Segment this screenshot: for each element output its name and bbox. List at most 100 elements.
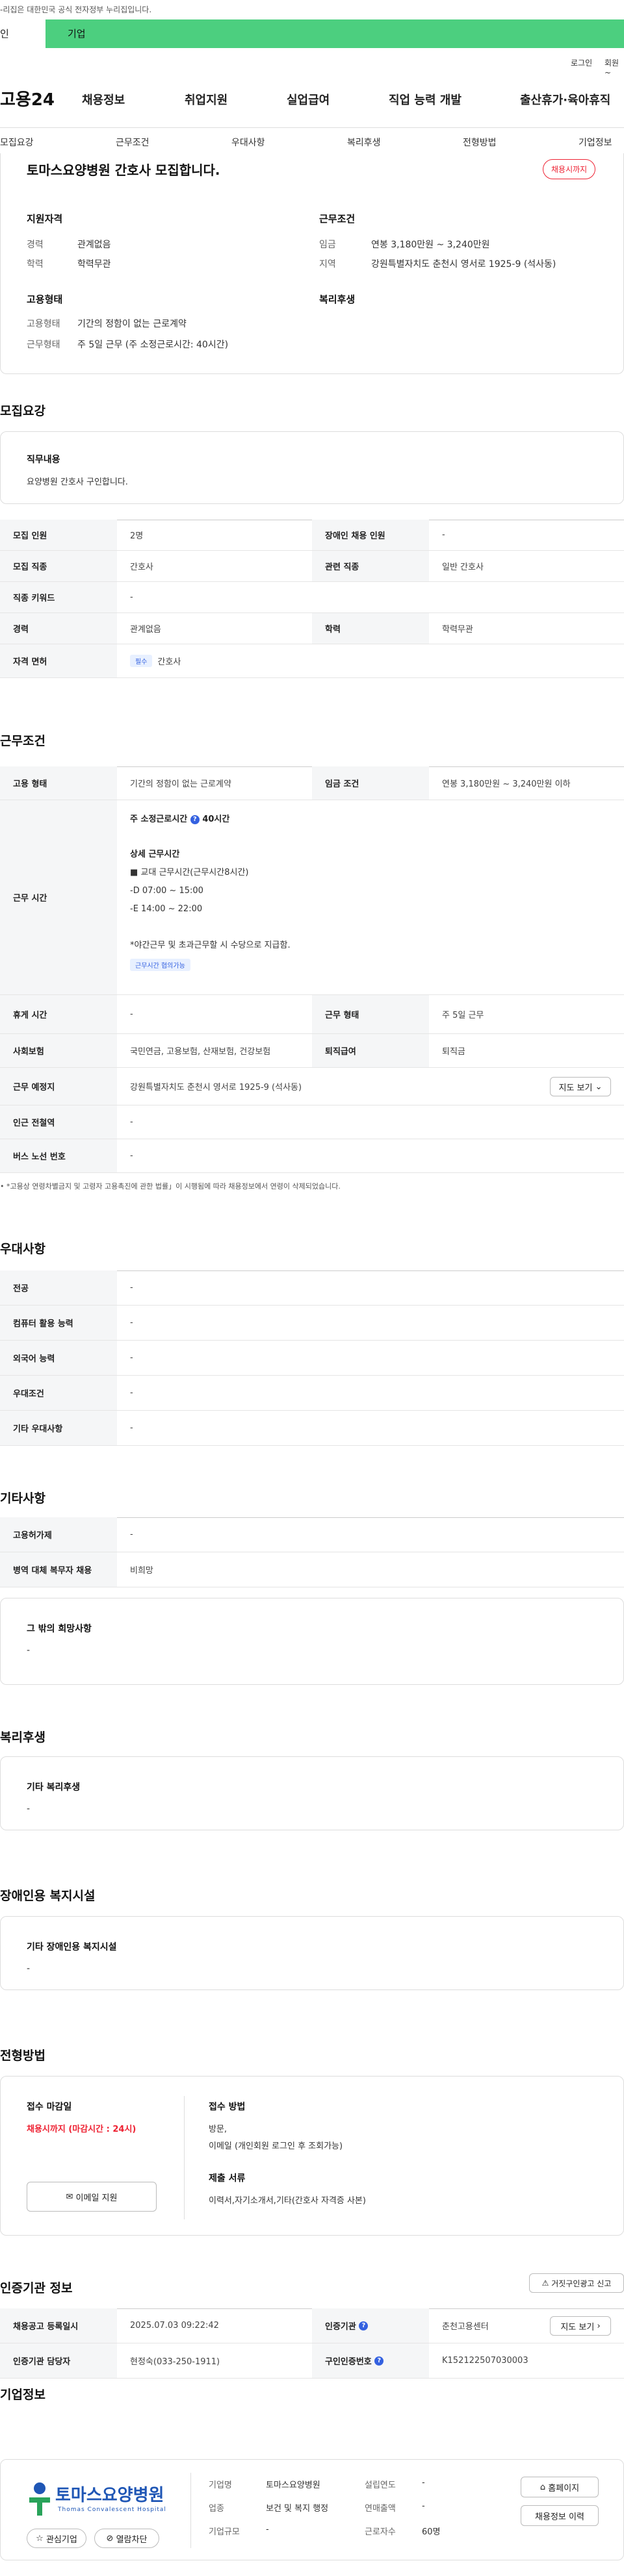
th: 퇴직급여 — [312, 1034, 429, 1067]
section-title-other: 기타사항 — [0, 1491, 46, 1506]
login-link[interactable]: 로그인 — [571, 57, 592, 68]
field-value: 60명 — [422, 2527, 441, 2537]
th: 근무 예정지 — [0, 1068, 117, 1105]
siren-icon: ⚠ — [541, 2279, 549, 2288]
cond-value: 연봉 3,180만원 ~ 3,240만원 — [371, 240, 490, 250]
help-icon[interactable]: ? — [374, 2356, 384, 2366]
gnb-job-info[interactable]: 채용정보 — [82, 91, 125, 108]
table-row: 채용공고 등록일시 2025.07.03 09:22:42 인증기관 ? 춘천고… — [0, 2308, 624, 2343]
job-history-button[interactable]: 채용정보 이력 — [521, 2505, 599, 2526]
detail-hours: ■ 교대 근무시간(근무시간8시간) -D 07:00 ~ 15:00 -E 14:… — [130, 868, 291, 950]
th: 기타 우대사항 — [0, 1411, 117, 1445]
field-value: 보건 및 복지 행정 — [266, 2504, 329, 2514]
welfare-title: 복리후생 — [319, 294, 356, 305]
td: K152122507030003 — [442, 2356, 528, 2366]
th: 근무 시간 — [0, 800, 117, 994]
card-title: 기타 복리후생 — [27, 1782, 81, 1793]
duty-text: 요양병원 간호사 구인합니다. — [27, 477, 128, 487]
td: - — [442, 530, 445, 540]
star-icon: ☆ — [36, 2533, 44, 2544]
qual-label: 학력 — [27, 259, 44, 270]
snb-process[interactable]: 전형방법 — [463, 136, 497, 149]
homepage-button[interactable]: ⌂ 홈페이지 — [521, 2477, 599, 2497]
gnb-employment-support[interactable]: 취업지원 — [185, 91, 228, 108]
th: 모집 인원 — [0, 520, 117, 550]
th: 사회보험 — [0, 1034, 117, 1067]
job-title: 토마스요양병원 간호사 모집합니다. — [27, 162, 220, 178]
snb-recruit[interactable]: 모집요강 — [0, 136, 34, 149]
company-card: 토마스요양병원 Thomas Convalescent Hospital ☆ 관… — [0, 2459, 624, 2560]
welfare-card: 기타 복리후생 - — [0, 1756, 624, 1830]
email-apply-button[interactable]: ✉ 이메일 지원 — [27, 2182, 157, 2212]
chevron-right-icon: › — [597, 2321, 601, 2331]
tab-personal[interactable]: 인 — [0, 19, 46, 48]
th: 학력 — [312, 613, 429, 644]
table-row: 모집 직종 간호사 관련 직종 일반 간호사 — [0, 551, 624, 582]
block-company-button[interactable]: ⊘ 열람차단 — [94, 2529, 159, 2548]
method-line: 방문, — [209, 2125, 228, 2134]
section-title-preference: 우대사항 — [0, 1242, 46, 1256]
card-value: - — [27, 1964, 31, 1974]
section-nav: 모집요강 근무조건 우대사항 복리후생 전형방법 기업정보 — [0, 127, 624, 155]
field-label: 업종 — [209, 2504, 224, 2514]
th: 전공 — [0, 1270, 117, 1305]
agency-map-button[interactable]: 지도 보기 › — [550, 2316, 611, 2336]
table-row: 직종 키워드 - — [0, 582, 624, 613]
mail-icon: ✉ — [66, 2191, 73, 2202]
td: - — [130, 1117, 133, 1127]
table-row: 우대조건 - — [0, 1376, 624, 1411]
help-icon[interactable]: ? — [359, 2321, 369, 2330]
gnb-unemployment-benefit[interactable]: 실업급여 — [287, 91, 330, 108]
method-title: 접수 방법 — [209, 2102, 246, 2112]
td: 주 5일 근무 — [442, 1011, 484, 1020]
hospital-emblem-icon — [29, 2482, 50, 2516]
table-row: 근무 예정지 강원특별자치도 춘천시 영서로 1925-9 (석사동) 지도 보… — [0, 1068, 624, 1105]
disabled-card: 기타 장애인용 복지시설 - — [0, 1916, 624, 1990]
snb-work[interactable]: 근무조건 — [116, 136, 150, 149]
td: - — [130, 592, 133, 602]
td: 2025.07.03 09:22:42 — [130, 2321, 219, 2330]
gnb-parental-leave[interactable]: 출산휴가·육아휴직 — [520, 91, 610, 108]
snb-preference[interactable]: 우대사항 — [231, 136, 265, 149]
th: 휴게 시간 — [0, 995, 117, 1033]
gov-notice-bar: -리집은 대한민국 공식 전자정부 누리집입니다. — [0, 0, 624, 18]
detail-hours-title: 상세 근무시간 — [130, 850, 180, 859]
th: 병역 대체 복무자 채용 — [0, 1552, 117, 1587]
td: 관계없음 — [130, 625, 161, 635]
user-type-tabs: 인 기업 — [0, 19, 624, 48]
table-row: 전공 - — [0, 1270, 624, 1306]
th: 인증기관 ? — [312, 2308, 429, 2343]
section-title-process: 전형방법 — [0, 2049, 46, 2063]
section-title-work: 근무조건 — [0, 734, 46, 748]
qual-value: 관계없음 — [77, 240, 111, 250]
table-row: 모집 인원 2명 장애인 채용 인원 - — [0, 520, 624, 551]
td: - — [130, 1530, 133, 1539]
td: 기간의 정함이 없는 근로계약 — [130, 779, 231, 789]
other-wish-card: 그 밖의 희망사항 - — [0, 1598, 624, 1685]
favorite-company-button[interactable]: ☆ 관심기업 — [27, 2529, 86, 2548]
th: 임금 조건 — [312, 766, 429, 800]
td: 연봉 3,180만원 ~ 3,240만원 이하 — [442, 779, 571, 789]
field-label: 연매출액 — [365, 2504, 396, 2514]
table-row: 근무 시간 주 소정근로시간 ? 40시간 상세 근무시간 ■ 교대 근무시간(… — [0, 800, 624, 995]
tab-company[interactable]: 기업 — [46, 19, 86, 48]
section-title-company: 기업정보 — [0, 2388, 46, 2402]
site-logo[interactable]: 고용24 — [0, 86, 55, 110]
deadline-value: 채용시까지 (마감시간 : 24시) — [27, 2125, 136, 2134]
field-value: 토마스요양병원 — [266, 2481, 320, 2490]
td: 국민연금, 고용보험, 산재보험, 건강보험 — [130, 1047, 271, 1057]
report-fake-ad-button[interactable]: ⚠ 거짓구인광고 신고 — [529, 2273, 624, 2293]
help-icon[interactable]: ? — [190, 814, 200, 824]
cond-value: 강원특별자치도 춘천시 영서로 1925-9 (석사동) — [371, 259, 556, 270]
snb-company[interactable]: 기업정보 — [578, 136, 612, 149]
signup-link[interactable]: 회원~ — [604, 57, 624, 77]
map-button[interactable]: 지도 보기 ⌄ — [550, 1077, 611, 1096]
td: - — [130, 1423, 133, 1433]
gnb-vocational-training[interactable]: 직업 능력 개발 — [389, 91, 462, 108]
card-title: 기타 장애인용 복지시설 — [27, 1942, 117, 1952]
table-row: 기타 우대사항 - — [0, 1411, 624, 1446]
hours-negotiable-badge: 근무시간 협의가능 — [130, 959, 196, 971]
td: 퇴직금 — [442, 1047, 465, 1057]
snb-welfare[interactable]: 복리후생 — [347, 136, 381, 149]
emp-label: 근무형태 — [27, 340, 60, 350]
